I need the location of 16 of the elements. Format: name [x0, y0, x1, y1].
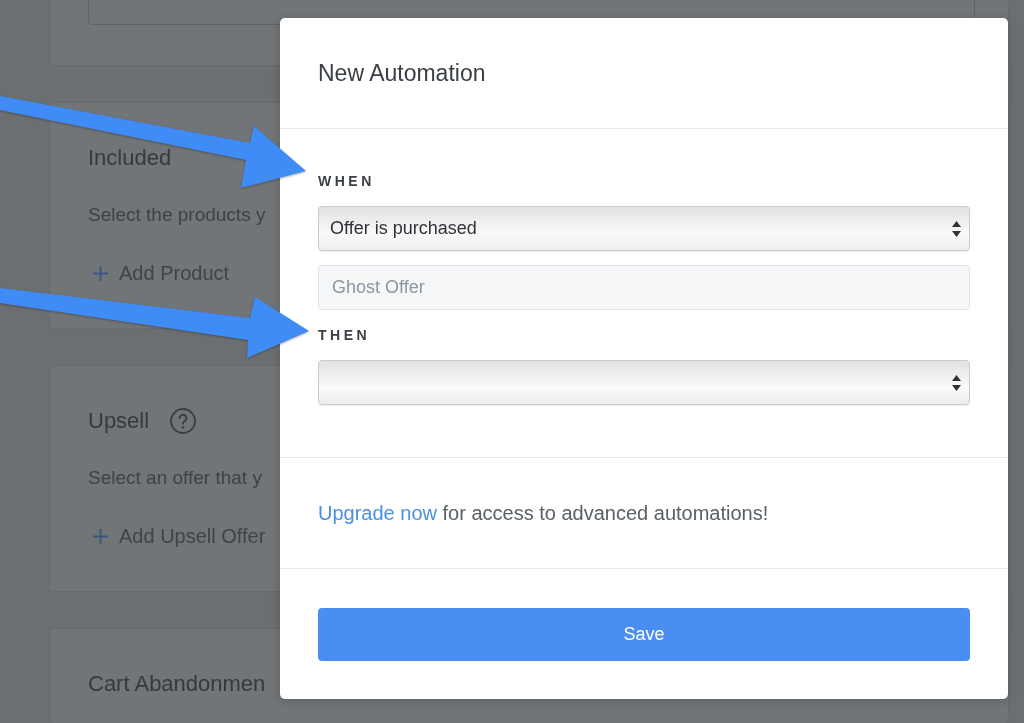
dropdown-select[interactable] [318, 360, 970, 405]
up-down-arrows-icon [952, 220, 961, 237]
card-title: Upsell [88, 408, 150, 434]
plus-icon [93, 528, 108, 544]
up-down-arrows-icon [952, 374, 961, 391]
section-label: WHEN [318, 173, 375, 189]
save-button[interactable]: Save [318, 608, 970, 661]
upgrade-link[interactable]: Upgrade now [318, 502, 437, 524]
card-title: Included [88, 145, 172, 171]
plus-icon [93, 265, 108, 281]
section-label: THEN [318, 327, 371, 343]
modal-title: New Automation [318, 59, 486, 87]
help-icon[interactable] [170, 408, 197, 434]
upgrade-notice: Upgrade now for access to advanced automations! [318, 501, 769, 525]
dropdown-select[interactable]: Offer is purchased [318, 206, 970, 251]
card-title: Cart Abandonmen [88, 671, 266, 697]
